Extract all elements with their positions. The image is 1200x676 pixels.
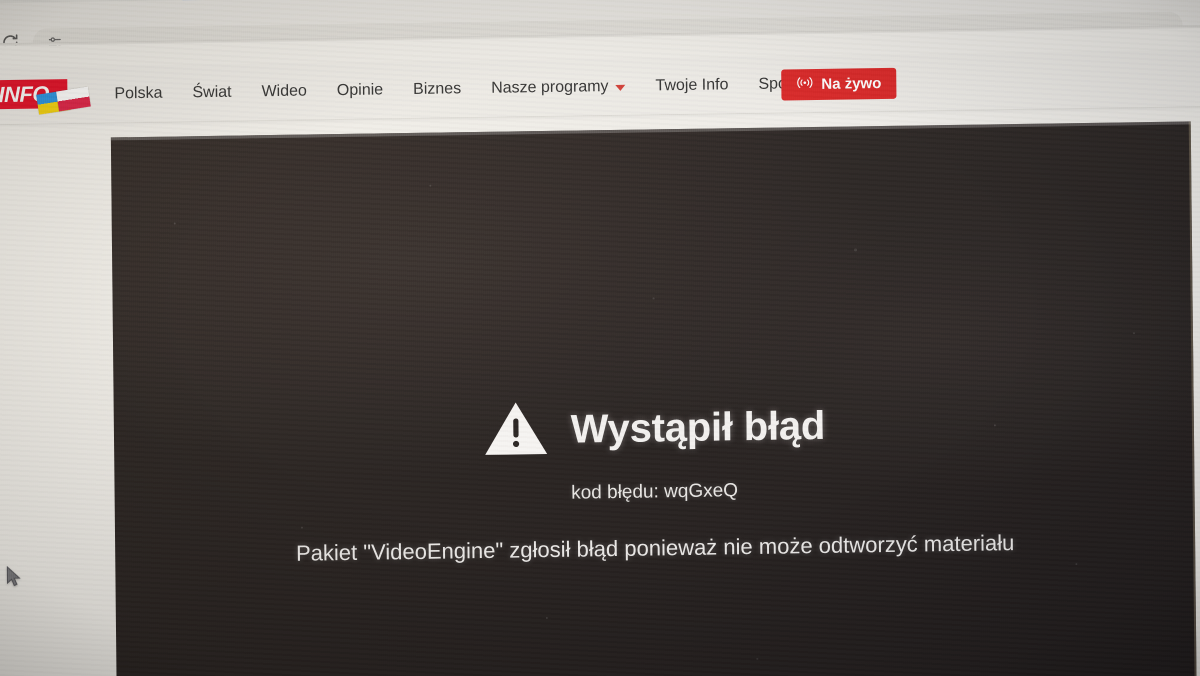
photo-speck [756,657,759,660]
nav-item-label: Świat [192,83,232,102]
nav-item-label: Opinie [336,81,384,100]
player-error-heading-row: Wystąpił błąd [114,389,1195,468]
player-error-title: Wystąpił błąd [570,403,826,452]
live-button[interactable]: Na żywo [781,67,897,101]
nav-item-swiat[interactable]: Świat [177,83,246,102]
photo-speck [173,222,176,225]
chevron-down-icon [615,84,626,91]
photo-speck [300,526,303,529]
tvp-info-logo[interactable]: INFO [0,79,91,115]
photo-speck [545,617,548,620]
nav-item-wideo[interactable]: Wideo [246,82,322,101]
player-error-code: kod błędu: wqGxeQ [571,480,739,504]
live-button-label: Na żywo [821,75,882,93]
photo-speck [652,297,655,300]
nav-item-label: Polska [114,84,163,103]
nav-item-twoje-info[interactable]: Twoje Info [640,76,743,96]
site-navbar: INFO Polska Świat Wideo Opinie Biznes Na… [0,49,1200,126]
page-viewport: Na żywo INFO Polska Świat [0,27,1200,676]
photo-speck [854,248,858,252]
nav-item-label: Biznes [413,80,462,98]
nav-item-opinie[interactable]: Opinie [322,81,398,100]
nav-item-label: Twoje Info [655,76,729,95]
video-player[interactable]: Wystąpił błąd kod błędu: wqGxeQ Pakiet "… [110,121,1197,676]
photo-speck [429,184,432,187]
broadcast-icon [796,76,813,93]
player-top-edge [110,121,1191,141]
nav-item-nasze-programy[interactable]: Nasze programy [476,78,641,98]
photo-speck [1132,332,1135,335]
nav-item-polska[interactable]: Polska [99,84,177,103]
nav-item-biznes[interactable]: Biznes [398,80,476,99]
nav-item-label: Wideo [261,82,307,101]
player-error-message: Pakiet "VideoEngine" zgłosił błąd poniew… [295,530,1015,566]
photo-of-screen: tvp.info/ogladaj-na-zywo Na żywo INFO [0,0,1200,676]
warning-triangle-icon [482,399,549,463]
photo-speck [1075,563,1078,566]
mouse-pointer-icon [6,565,22,588]
poland-flag-icon [56,86,91,112]
nav-item-label: Nasze programy [491,78,609,97]
browser-window: tvp.info/ogladaj-na-zywo Na żywo INFO [0,0,1200,676]
